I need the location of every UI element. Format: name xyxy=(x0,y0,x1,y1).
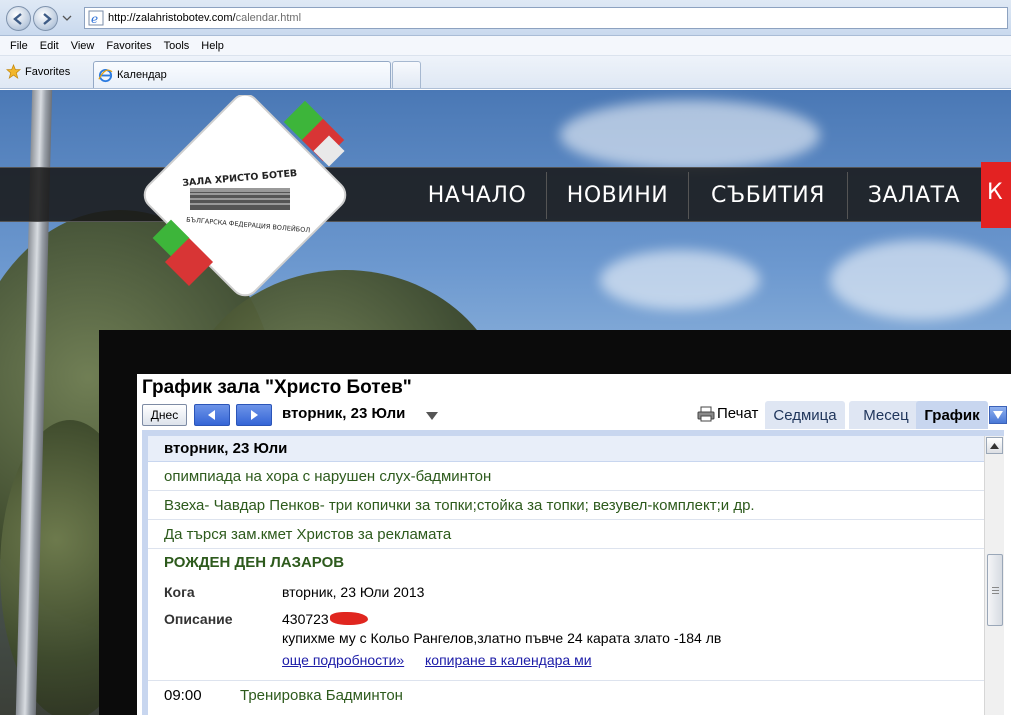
ie-page-icon: e xyxy=(88,10,104,26)
scroll-up-button[interactable] xyxy=(986,437,1003,454)
tab-week[interactable]: Седмица xyxy=(765,401,845,429)
cloud-decoration xyxy=(560,100,820,170)
address-bar[interactable]: e http://zalahristobotev.com/calendar.ht… xyxy=(84,7,1008,29)
prev-day-button[interactable] xyxy=(194,404,230,426)
when-value: вторник, 23 Юли 2013 xyxy=(282,584,425,600)
back-button[interactable] xyxy=(6,6,31,31)
event-detail-title[interactable]: РОЖДЕН ДЕН ЛАЗАРОВ xyxy=(164,554,344,571)
description-line-1: 430723 xyxy=(282,611,368,627)
today-button[interactable]: Днес xyxy=(142,404,187,426)
browser-toolbar: e http://zalahristobotev.com/calendar.ht… xyxy=(0,0,1011,36)
print-label: Печат xyxy=(717,405,759,422)
date-dropdown-icon[interactable] xyxy=(426,412,438,420)
calendar-title: График зала "Христо Ботев" xyxy=(142,377,412,398)
svg-text:e: e xyxy=(91,12,98,26)
menu-file[interactable]: File xyxy=(4,40,34,52)
menu-favorites[interactable]: Favorites xyxy=(100,40,157,52)
printer-icon xyxy=(697,406,715,421)
scroll-thumb[interactable] xyxy=(987,554,1003,626)
arrow-left-icon xyxy=(12,12,22,25)
url-text: http://zalahristobotev.com/calendar.html xyxy=(108,12,302,24)
redaction-mark xyxy=(329,612,368,625)
description-line-2: купихме му с Кольо Рангелов,златно пъвче… xyxy=(282,630,722,646)
star-icon xyxy=(6,64,21,79)
chevron-down-icon xyxy=(993,411,1003,419)
current-date-label[interactable]: вторник, 23 Юли xyxy=(282,405,405,422)
agenda-scrollbar[interactable] xyxy=(984,436,1004,715)
calendar-widget: График зала "Христо Ботев" Днес вторник,… xyxy=(137,374,1011,715)
more-details-link[interactable]: още подробности» xyxy=(282,652,404,668)
nav-contacts-cut[interactable]: К xyxy=(981,162,1011,228)
favorites-button[interactable]: Favorites xyxy=(6,64,70,79)
copy-to-calendar-link[interactable]: копиране в календара ми xyxy=(425,652,592,668)
view-options-button[interactable] xyxy=(989,406,1007,424)
menu-edit[interactable]: Edit xyxy=(34,40,65,52)
menu-bar: File Edit View Favorites Tools Help xyxy=(0,36,1011,56)
browser-tab-active[interactable]: Календар xyxy=(93,61,391,88)
tab-month[interactable]: Месец xyxy=(849,401,923,429)
table-row[interactable]: 09:00 Тренировка Бадминтон xyxy=(148,681,984,710)
favorites-label: Favorites xyxy=(25,65,71,78)
next-day-button[interactable] xyxy=(236,404,272,426)
event-time: 09:00 xyxy=(164,687,202,704)
when-label: Кога xyxy=(164,584,195,600)
description-label: Описание xyxy=(164,611,233,627)
site-logo[interactable]: ЗАЛА ХРИСТО БОТЕВ БЪЛГАРСКА ФЕДЕРАЦИЯ ВО… xyxy=(130,95,370,305)
tab-agenda[interactable]: График xyxy=(916,401,988,429)
event-title: Тренировка Бадминтон xyxy=(240,687,403,704)
list-item[interactable]: опимпиада на хора с нарушен слух-бадминт… xyxy=(148,462,984,491)
list-item[interactable]: Да търся зам.кмет Христов за рекламата xyxy=(148,520,984,549)
arrow-right-icon xyxy=(42,12,52,25)
triangle-up-icon xyxy=(990,442,999,449)
nav-events[interactable]: СЪБИТИЯ xyxy=(689,168,847,223)
new-tab-button[interactable] xyxy=(392,61,421,88)
cloud-decoration xyxy=(600,250,760,310)
description-number: 430723 xyxy=(282,611,329,627)
agenda-list: вторник, 23 Юли опимпиада на хора с нару… xyxy=(148,436,984,715)
menu-help[interactable]: Help xyxy=(195,40,230,52)
day-header: вторник, 23 Юли xyxy=(148,436,984,462)
grip-icon xyxy=(991,586,999,594)
cloud-decoration xyxy=(830,240,1010,320)
triangle-right-icon xyxy=(251,410,258,420)
nav-news[interactable]: НОВИНИ xyxy=(547,168,688,223)
triangle-left-icon xyxy=(208,410,215,420)
menu-view[interactable]: View xyxy=(65,40,101,52)
menu-tools[interactable]: Tools xyxy=(158,40,196,52)
list-item[interactable]: Взеха- Чавдар Пенков- три копички за топ… xyxy=(148,491,984,520)
tab-title: Календар xyxy=(117,69,167,81)
history-dropdown-icon[interactable] xyxy=(62,13,72,23)
print-button[interactable]: Печат xyxy=(697,405,758,422)
ie-icon xyxy=(98,68,113,82)
favorites-bar: Favorites Календар xyxy=(0,56,1011,89)
event-detail: РОЖДЕН ДЕН ЛАЗАРОВ Кога вторник, 23 Юли … xyxy=(148,550,984,681)
nav-home[interactable]: НАЧАЛО xyxy=(408,168,546,223)
forward-button[interactable] xyxy=(33,6,58,31)
nav-hall[interactable]: ЗАЛАТА xyxy=(848,168,980,223)
agenda-panel: вторник, 23 Юли опимпиада на хора с нару… xyxy=(142,430,1004,715)
